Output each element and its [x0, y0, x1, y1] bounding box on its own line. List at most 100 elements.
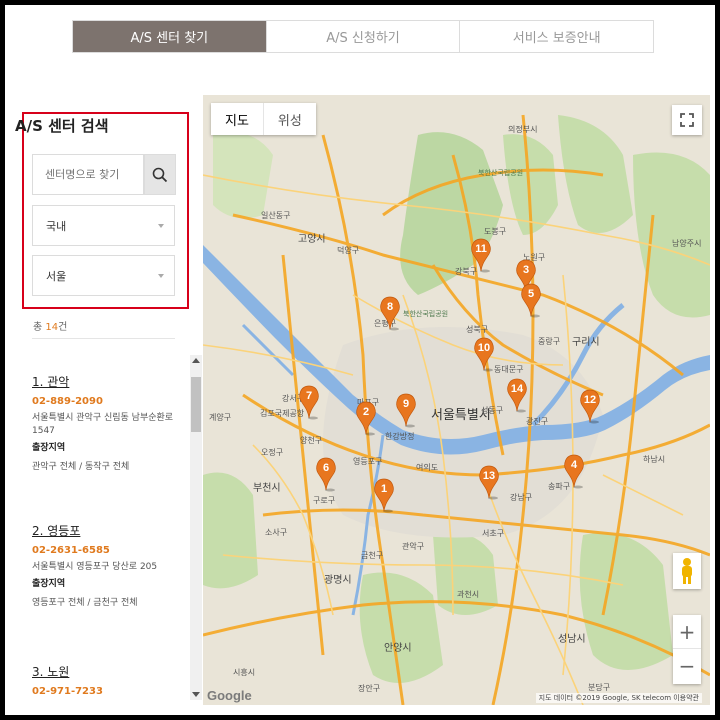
- map-label-seocho: 서초구: [482, 529, 504, 538]
- map-label-goyang: 고양시: [298, 233, 326, 245]
- city-select[interactable]: 서울: [32, 255, 175, 296]
- chevron-down-icon: [158, 223, 164, 228]
- map-label-songpa: 송파구: [548, 482, 570, 491]
- result-count: 총 14건: [33, 322, 68, 333]
- map-label-bukhansan-north: 북한산국립공원: [478, 168, 523, 177]
- map-label-gimpo-airport: 김포국제공항: [260, 408, 305, 418]
- map-type-map-button[interactable]: 지도: [211, 103, 263, 135]
- city-select-value: 서울: [46, 269, 67, 283]
- map-type-control: 지도 위성: [211, 103, 316, 135]
- map-label-seongdong: 성동구: [481, 406, 503, 415]
- map-marker-label: 1: [381, 483, 387, 495]
- map-label-seongnam: 성남시: [558, 633, 586, 645]
- map-label-geumcheon: 금천구: [361, 550, 383, 560]
- search-button[interactable]: [144, 154, 176, 195]
- region-select[interactable]: 국내: [32, 205, 175, 246]
- center-address: 서울특별시 관악구 신림동 남부순환로 1547: [32, 413, 174, 436]
- tab-warranty-info[interactable]: 서비스 보증안내: [460, 21, 654, 52]
- tab-bar: A/S 센터 찾기 A/S 신청하기 서비스 보증안내: [72, 20, 654, 53]
- map-label-ilsan: 일산동구: [261, 210, 290, 220]
- map-canvas[interactable]: 서울특별시 고양시 부천시 광명시 안양시 성남시 구리시 의정부시 남양주시 …: [203, 95, 710, 705]
- zoom-in-button[interactable]: +: [673, 615, 701, 649]
- map-label-gwanak: 관악구: [402, 541, 424, 551]
- map-label-hangang: 한강방정: [385, 431, 414, 441]
- search-icon: [152, 167, 168, 182]
- map-label-yangcheon: 양천구: [300, 435, 322, 445]
- service-area-label: 출장지역: [32, 579, 66, 589]
- map-label-siheung: 시흥시: [233, 667, 255, 677]
- map-label-gangnam: 강남구: [510, 492, 532, 502]
- map-label-jangan: 장안구: [358, 683, 380, 693]
- map-view[interactable]: 서울특별시 고양시 부천시 광명시 안양시 성남시 구리시 의정부시 남양주시 …: [203, 95, 710, 705]
- map-label-gwangmyeong: 광명시: [324, 574, 352, 586]
- map-label-bukhansan: 북한산국립공원: [403, 309, 448, 318]
- map-marker-label: 9: [403, 398, 409, 410]
- center-phone: 02-971-7233: [32, 686, 103, 697]
- map-label-jungnang: 중랑구: [538, 336, 560, 346]
- map-label-gwangjin: 광진구: [526, 416, 548, 426]
- list-item: 1. 관악 02-889-2090 서울특별시 관악구 신림동 남부순환로 15…: [32, 373, 182, 472]
- result-count-number: 14: [45, 322, 59, 333]
- center-name-link[interactable]: 3. 노원: [32, 663, 182, 680]
- center-list: 1. 관악 02-889-2090 서울특별시 관악구 신림동 남부순환로 15…: [32, 355, 187, 705]
- map-marker-label: 2: [363, 406, 369, 418]
- map-label-uijeongbu: 의정부시: [508, 124, 537, 134]
- center-name-link[interactable]: 2. 영등포: [32, 522, 182, 539]
- zoom-out-button[interactable]: −: [673, 649, 701, 683]
- pegman-icon: [682, 558, 692, 584]
- fullscreen-button[interactable]: [672, 105, 702, 135]
- center-name-link[interactable]: 1. 관악: [32, 373, 182, 390]
- map-label-ojeong: 오정구: [261, 447, 283, 457]
- map-type-satellite-button[interactable]: 위성: [262, 103, 316, 135]
- map-label-gwacheon: 과천시: [457, 589, 479, 599]
- map-label-bundang: 분당구: [588, 682, 610, 692]
- page-frame: A/S 센터 찾기 A/S 신청하기 서비스 보증안내 A/S 센터 검색 국내…: [0, 0, 720, 720]
- map-marker-label: 10: [478, 342, 490, 354]
- scroll-up-arrow-icon[interactable]: [192, 358, 200, 363]
- fullscreen-icon: [680, 113, 694, 127]
- map-label-yeouido: 여의도: [416, 462, 438, 472]
- tab-find-center[interactable]: A/S 센터 찾기: [73, 21, 267, 52]
- list-item: 3. 노원 02-971-7233: [32, 663, 182, 697]
- street-view-button[interactable]: [673, 553, 701, 589]
- map-label-namyangju: 남양주시: [672, 239, 701, 248]
- center-phone: 02-889-2090: [32, 396, 103, 407]
- scroll-thumb[interactable]: [191, 377, 201, 432]
- tab-apply-service[interactable]: A/S 신청하기: [266, 21, 461, 52]
- map-label-anyang: 안양시: [384, 642, 412, 654]
- map-label-seongbuk: 성북구: [466, 325, 488, 334]
- map-label-dongdaemun: 동대문구: [494, 365, 523, 374]
- region-select-value: 국내: [46, 219, 67, 233]
- map-label-guri: 구리시: [572, 336, 600, 348]
- map-marker-label: 11: [475, 243, 487, 255]
- service-area: 영등포구 전체 / 금천구 전체: [32, 598, 138, 608]
- map-label-yeongdeungpo: 영등포구: [353, 456, 382, 466]
- map-label-gyeyang: 계양구: [209, 412, 231, 422]
- map-marker-label: 3: [523, 264, 529, 276]
- map-label-hanam: 하남시: [643, 454, 665, 464]
- list-scrollbar[interactable]: [190, 355, 202, 700]
- scroll-down-arrow-icon[interactable]: [192, 692, 200, 697]
- map-attribution[interactable]: 지도 데이터 ©2019 Google, SK telecom 이용약관: [535, 693, 702, 703]
- map-label-gangbuk: 강북구: [455, 266, 477, 276]
- divider: [32, 338, 175, 339]
- service-area: 관악구 전체 / 동작구 전체: [32, 462, 130, 472]
- center-address: 서울특별시 영등포구 당산로 205: [32, 562, 158, 572]
- map-marker-label: 7: [306, 390, 312, 402]
- map-label-guro: 구로구: [313, 496, 335, 505]
- google-logo: Google: [207, 688, 252, 703]
- map-label-bucheon: 부천시: [253, 482, 281, 494]
- map-marker-label: 14: [511, 383, 524, 395]
- panel-title: A/S 센터 검색: [15, 117, 109, 135]
- center-search-input[interactable]: [32, 154, 144, 195]
- map-marker-label: 4: [571, 459, 578, 471]
- map-label-deogyang: 덕양구: [337, 245, 359, 255]
- zoom-control: + −: [673, 615, 701, 684]
- service-area-label: 출장지역: [32, 443, 66, 453]
- map-marker-label: 8: [387, 301, 393, 313]
- map-marker-label: 5: [528, 288, 534, 300]
- map-marker-label: 12: [584, 394, 596, 406]
- map-marker-label: 13: [483, 470, 495, 482]
- map-label-sosa: 소사구: [265, 528, 287, 537]
- chevron-down-icon: [158, 273, 164, 278]
